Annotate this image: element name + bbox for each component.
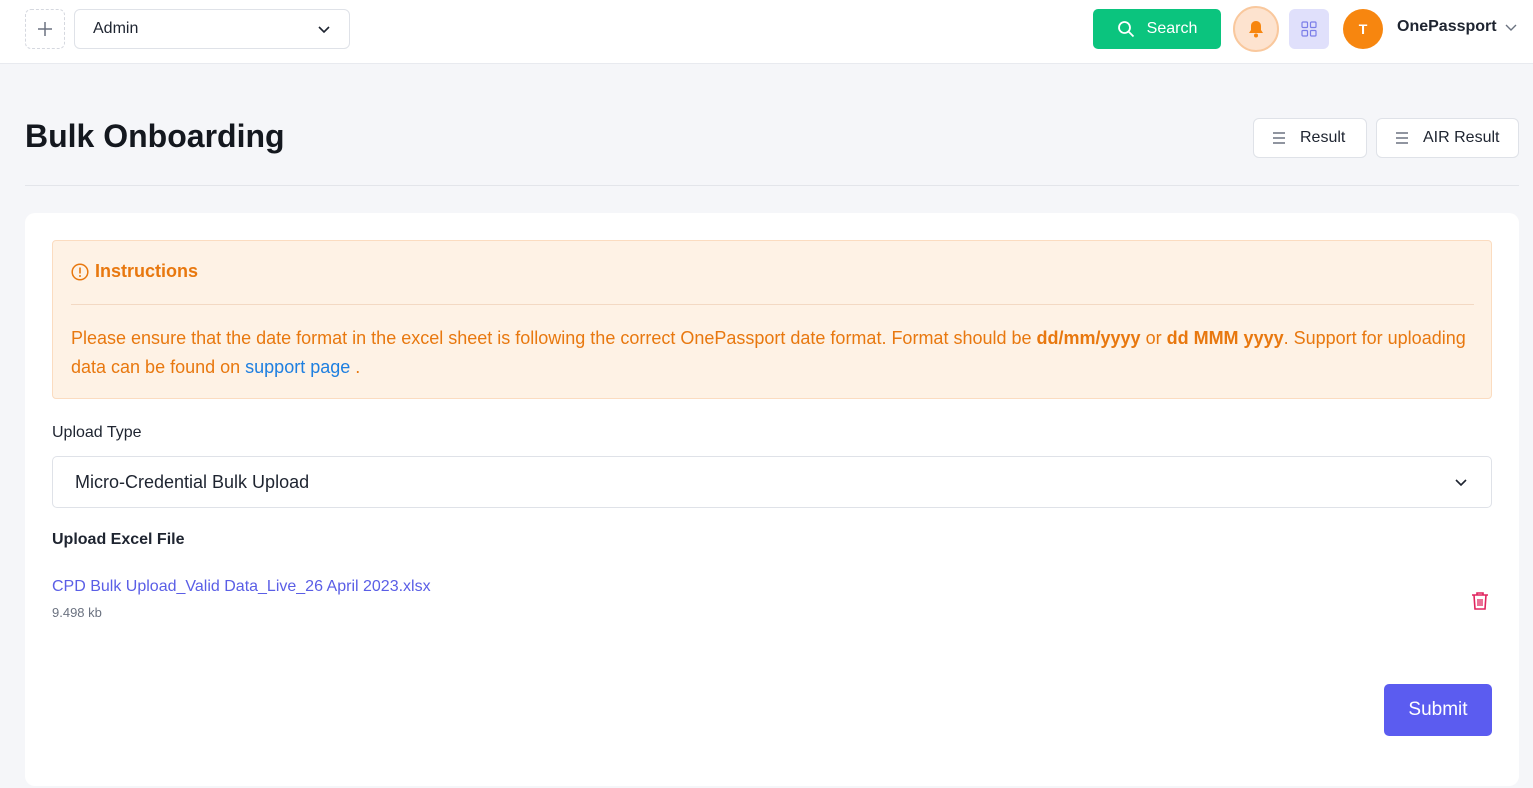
date-format-1: dd/mm/yyyy <box>1036 328 1141 348</box>
upload-type-value: Micro-Credential Bulk Upload <box>75 471 310 492</box>
bulk-onboarding-card: Instructions Please ensure that the date… <box>25 213 1519 786</box>
chevron-down-icon <box>318 26 330 34</box>
header-divider <box>25 185 1519 186</box>
upload-type-select[interactable]: Micro-Credential Bulk Upload <box>52 456 1492 508</box>
avatar[interactable]: T <box>1343 9 1383 49</box>
instructions-text: Please ensure that the date format in th… <box>71 324 1481 382</box>
grid-icon <box>1301 21 1317 37</box>
page-title: Bulk Onboarding <box>25 118 285 154</box>
role-select-value: Admin <box>93 20 139 37</box>
chevron-down-icon <box>1455 479 1467 487</box>
search-icon <box>1117 21 1134 38</box>
instructions-header: Instructions <box>71 261 198 282</box>
uploaded-file-name[interactable]: CPD Bulk Upload_Valid Data_Live_26 April… <box>52 578 431 596</box>
bell-icon <box>1249 21 1263 38</box>
chevron-down-icon[interactable] <box>1504 20 1518 34</box>
date-format-2: dd MMM yyyy <box>1166 328 1284 348</box>
instructions-title: Instructions <box>95 261 199 281</box>
air-result-label: AIR Result <box>1423 129 1500 146</box>
upload-file-label: Upload Excel File <box>52 531 185 548</box>
instructions-text-part: or <box>1140 328 1167 348</box>
instructions-divider <box>71 304 1474 305</box>
trash-icon[interactable] <box>1471 591 1489 611</box>
top-bar: Admin Search T OnePassport <box>0 0 1533 64</box>
support-page-link[interactable]: support page <box>245 357 350 377</box>
result-label: Result <box>1300 129 1346 146</box>
upload-type-label: Upload Type <box>52 424 142 441</box>
add-button[interactable] <box>25 9 65 49</box>
apps-button[interactable] <box>1289 9 1329 49</box>
role-select[interactable]: Admin <box>74 9 350 49</box>
uploaded-file-size: 9.498 kb <box>52 605 102 620</box>
info-icon <box>71 262 89 281</box>
search-label: Search <box>1146 20 1198 37</box>
submit-button[interactable]: Submit <box>1384 684 1492 736</box>
plus-icon <box>38 22 52 36</box>
list-icon <box>1396 132 1408 144</box>
list-icon <box>1273 132 1285 144</box>
air-result-button[interactable]: AIR Result <box>1376 118 1519 158</box>
instructions-text-part: . <box>350 357 361 377</box>
user-name[interactable]: OnePassport <box>1397 18 1497 36</box>
search-button[interactable]: Search <box>1093 9 1221 49</box>
notifications-button[interactable] <box>1233 6 1279 52</box>
result-button[interactable]: Result <box>1253 118 1367 158</box>
instructions-alert: Instructions Please ensure that the date… <box>52 240 1492 399</box>
instructions-text-part: Please ensure that the date format in th… <box>71 328 1037 348</box>
